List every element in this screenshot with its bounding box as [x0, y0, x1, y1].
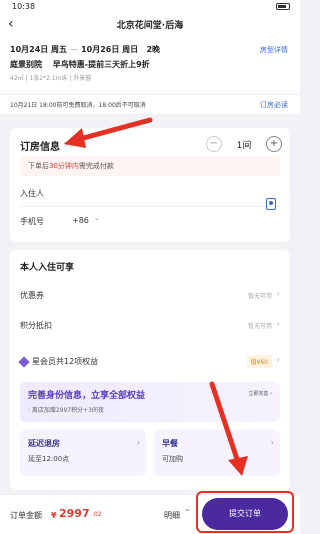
diamond-icon: [18, 356, 30, 368]
late-checkout-subtitle: 延至12:00点: [28, 455, 70, 463]
late-checkout-tile[interactable]: 延迟退房 延至12:00点 ›: [20, 430, 146, 476]
complete-info-link[interactable]: 立即完善 ›: [248, 390, 272, 397]
warning-prefix: 下单后: [28, 162, 49, 170]
coupon-label: 优惠券: [20, 291, 44, 300]
room-count-value: 1间: [236, 141, 252, 151]
chevron-up-icon[interactable]: ⌃: [184, 508, 191, 517]
coupon-status: 暂无可用: [247, 293, 272, 300]
increase-room-button[interactable]: +: [266, 136, 282, 152]
points-status: 暂无可用: [247, 323, 272, 330]
country-code[interactable]: +86: [72, 216, 89, 225]
guest-name-label: 入住人: [20, 189, 44, 198]
decrease-room-button[interactable]: −: [206, 136, 222, 152]
breakfast-tile[interactable]: 早餐 可加购 ›: [154, 430, 280, 476]
points-label: 积分抵扣: [20, 321, 52, 330]
warning-suffix: 需完成付款: [78, 162, 114, 170]
room-name: 庭景别院: [10, 60, 42, 69]
rate-plan: 早鸟特惠-提前三天折上9折: [52, 60, 150, 69]
coupon-row[interactable]: 优惠券 暂无可用 ›: [20, 284, 280, 308]
status-bar: 10:38: [0, 0, 300, 14]
currency-symbol: ¥: [51, 511, 57, 520]
benefits-title: 本人入住可享: [20, 263, 75, 273]
identity-promo-banner[interactable]: 完善身份信息，立享全部权益 · 离店加赠2997积分+3间夜 立即完善 ›: [20, 382, 280, 422]
booking-info-title: 订房信息: [20, 142, 60, 153]
chevron-right-icon: ›: [276, 319, 280, 328]
chevron-right-icon: ›: [136, 438, 140, 447]
battery-icon: [276, 3, 290, 10]
date-separator: —: [70, 45, 79, 54]
promo-title: 完善身份信息，立享全部权益: [28, 391, 146, 401]
room-specs: 42㎡ | 1张2*2.1m床 | 外景窗: [10, 75, 92, 82]
member-benefits-value: 值¥60: [246, 355, 272, 368]
booking-policy-link[interactable]: 订房必读: [260, 100, 288, 110]
order-total-amount: 2997: [59, 507, 90, 520]
member-benefits-row[interactable]: 星会员共12项权益 值¥60 ›: [18, 350, 280, 374]
payment-deadline-notice: 下单后30分钟内需完成付款: [20, 156, 280, 176]
order-total-decimal: .02: [92, 511, 102, 518]
late-checkout-title: 延迟退房: [28, 439, 60, 448]
cancellation-text: 10月21日 18:00前可免费取消，18:00后不可取消: [10, 102, 146, 109]
chevron-down-icon[interactable]: ⌄: [94, 214, 100, 222]
room-detail-link[interactable]: 房型详情: [260, 45, 288, 55]
checkin-date: 10月24日 周五: [10, 45, 68, 54]
promo-subtitle: · 离店加赠2997积分+3间夜: [28, 407, 104, 414]
guest-name-field[interactable]: [20, 206, 280, 207]
chevron-right-icon: ›: [276, 289, 280, 298]
top-nav: ‹ 北京花间堂·后海: [0, 14, 300, 36]
chevron-right-icon: ›: [276, 355, 280, 364]
chevron-right-icon: ›: [270, 438, 274, 447]
phone-label: 手机号: [20, 217, 44, 226]
warning-highlight: 30分钟内: [49, 162, 79, 170]
breakfast-subtitle: 可加购: [162, 455, 183, 463]
page-title: 北京花间堂·后海: [116, 21, 184, 31]
stay-dates: 10月24日 周五 —10月26日 周日 2晚: [10, 44, 160, 55]
room-line: 庭景别院 早鸟特惠-提前三天折上9折: [10, 59, 150, 70]
contact-book-icon[interactable]: [266, 198, 276, 210]
booking-info-card: 订房信息 安心住 − 1间 + 下单后30分钟内需完成付款 入住人 手机号 +8…: [10, 128, 290, 242]
checkout-date: 10月26日 周日: [81, 45, 139, 54]
submit-highlight-box: [196, 491, 294, 533]
status-time: 10:38: [12, 2, 36, 11]
order-total-label: 订单金额: [10, 511, 42, 520]
room-count-stepper[interactable]: − 1间 +: [206, 136, 282, 152]
cancellation-notice: 10月21日 18:00前可免费取消，18:00后不可取消 订房必读: [0, 94, 300, 114]
nights-count: 2晚: [146, 45, 161, 54]
points-row[interactable]: 积分抵扣 暂无可用 ›: [20, 314, 280, 338]
booking-title-tag: 安心住: [64, 142, 80, 148]
member-benefits-label: 星会员共12项权益: [32, 357, 99, 366]
benefits-card: 本人入住可享 优惠券 暂无可用 › 积分抵扣 暂无可用 › 星会员共12项权益 …: [10, 250, 290, 490]
breakfast-title: 早餐: [162, 439, 178, 448]
price-detail-button[interactable]: 明细: [164, 510, 180, 521]
